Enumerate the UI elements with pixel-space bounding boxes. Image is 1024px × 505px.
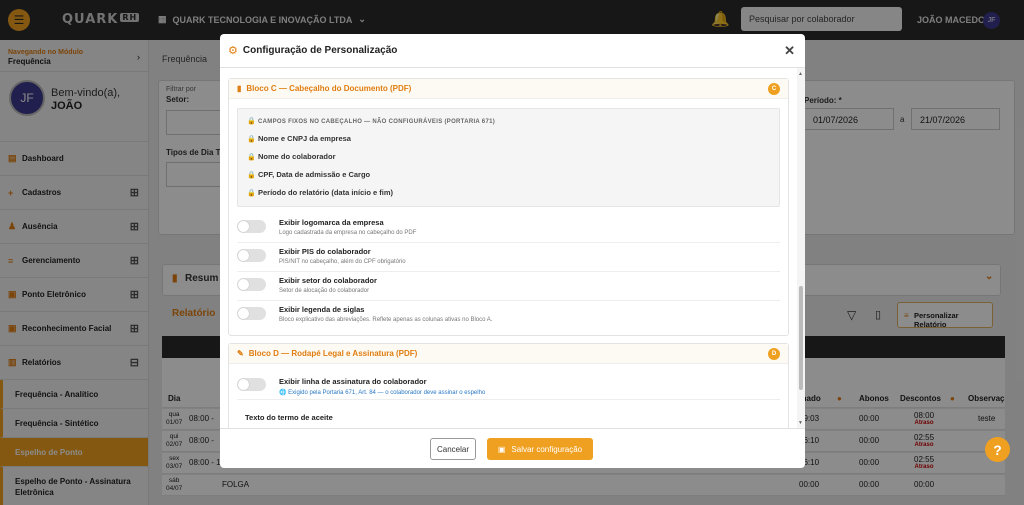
pis-toggle[interactable] [237,249,266,262]
option-logomarca: Exibir logomarca da empresa Logo cadastr… [237,214,780,243]
fixed-field: 🔒 Período do relatório (data início e fim… [247,188,394,197]
modal-body: ▮ Bloco C — Cabeçalho do Documento (PDF)… [220,68,805,428]
modal-scrollbar[interactable]: ▲ ▼ [797,68,805,428]
terms-label: Texto do termo de aceite [245,413,333,422]
modal-header: ⚙ Configuração de Personalização ✕ [220,34,805,68]
block-c: ▮ Bloco C — Cabeçalho do Documento (PDF)… [228,78,789,336]
lock-icon: 🔒 [247,172,256,179]
fixed-field: 🔒 Nome e CNPJ da empresa [247,134,351,143]
option-setor: Exibir setor do colaborador Setor de alo… [237,272,780,301]
pen-icon: ✎ [237,349,244,358]
setor-toggle[interactable] [237,278,266,291]
fixed-field: 🔒 Nome do colaborador [247,152,336,161]
option-legenda: Exibir legenda de siglas Bloco explicati… [237,301,780,331]
logomarca-toggle[interactable] [237,220,266,233]
block-d: ✎ Bloco D — Rodapé Legal e Assinatura (P… [228,343,789,428]
lock-icon: 🔒 [247,154,256,161]
modal-title: Configuração de Personalização [242,45,398,56]
save-icon: ▣ [497,444,506,454]
scroll-up-icon[interactable]: ▲ [798,71,803,77]
fixed-fields-box: 🔒 CAMPOS FIXOS NO CABEÇALHO — NÃO CONFIGU… [237,108,780,207]
scroll-down-icon[interactable]: ▼ [798,420,803,426]
cancel-button[interactable]: Cancelar [430,438,476,460]
close-icon[interactable]: ✕ [784,43,795,59]
help-button[interactable]: ? [985,437,1010,462]
legenda-toggle[interactable] [237,307,266,320]
personalization-modal: ⚙ Configuração de Personalização ✕ ▮ Blo… [220,34,805,468]
save-configuration-button[interactable]: ▣ Salvar configuração [487,438,593,460]
option-pis: Exibir PIS do colaborador PIS/NIT no cab… [237,243,780,272]
block-d-header[interactable]: ✎ Bloco D — Rodapé Legal e Assinatura (P… [229,344,788,364]
lock-icon: 🔒 [247,118,257,125]
scrollbar-thumb[interactable] [799,286,803,390]
gear-icon: ⚙ [228,45,238,57]
lock-icon: 🔒 [247,136,256,143]
block-c-badge: C [768,83,780,95]
option-assinatura: Exibir linha de assinatura do colaborado… [237,374,780,400]
globe-icon: 🌐 [279,390,287,396]
modal-footer: Cancelar ▣ Salvar configuração [220,428,805,468]
assinatura-toggle[interactable] [237,378,266,391]
document-icon: ▮ [237,84,242,93]
lock-icon: 🔒 [247,190,256,197]
block-d-badge: D [768,348,780,360]
block-c-header[interactable]: ▮ Bloco C — Cabeçalho do Documento (PDF)… [229,79,788,99]
fixed-field: 🔒 CPF, Data de admissão e Cargo [247,170,371,179]
